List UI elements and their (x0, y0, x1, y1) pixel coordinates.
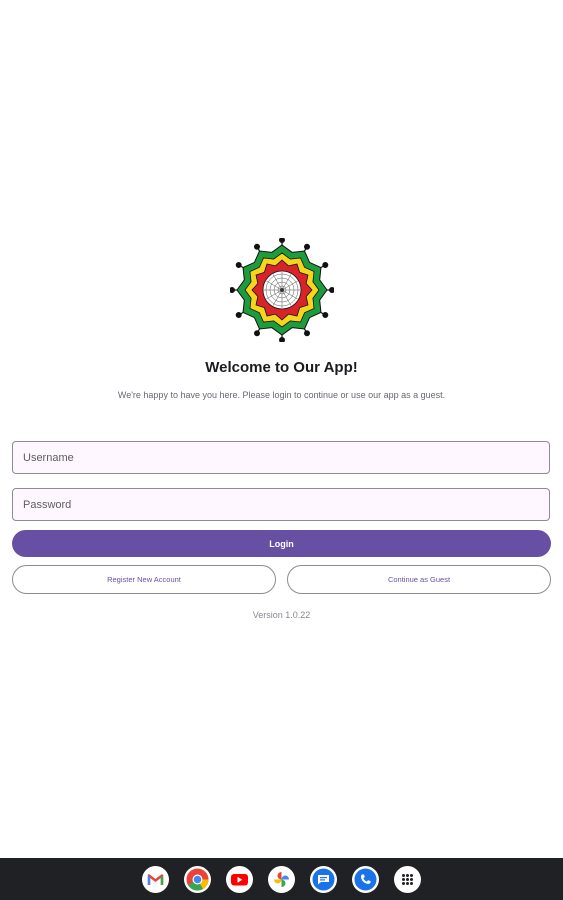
password-input[interactable] (12, 488, 550, 521)
username-input[interactable] (12, 441, 550, 474)
register-button[interactable]: Register New Account (12, 565, 276, 594)
login-button[interactable]: Login (12, 530, 551, 557)
phone-icon[interactable] (352, 866, 379, 893)
version-label: Version 1.0.22 (252, 610, 311, 620)
welcome-title: Welcome to Our App! (205, 359, 358, 376)
welcome-subtitle: We're happy to have you here. Please log… (117, 390, 446, 400)
gmail-icon[interactable] (142, 866, 169, 893)
chrome-icon[interactable] (184, 866, 211, 893)
app-launcher-icon[interactable] (394, 866, 421, 893)
youtube-icon[interactable] (226, 866, 253, 893)
photos-icon[interactable] (268, 866, 295, 893)
messages-icon[interactable] (310, 866, 337, 893)
continue-as-guest-button[interactable]: Continue as Guest (287, 565, 551, 594)
app-logo (228, 236, 335, 343)
taskbar (0, 858, 563, 900)
